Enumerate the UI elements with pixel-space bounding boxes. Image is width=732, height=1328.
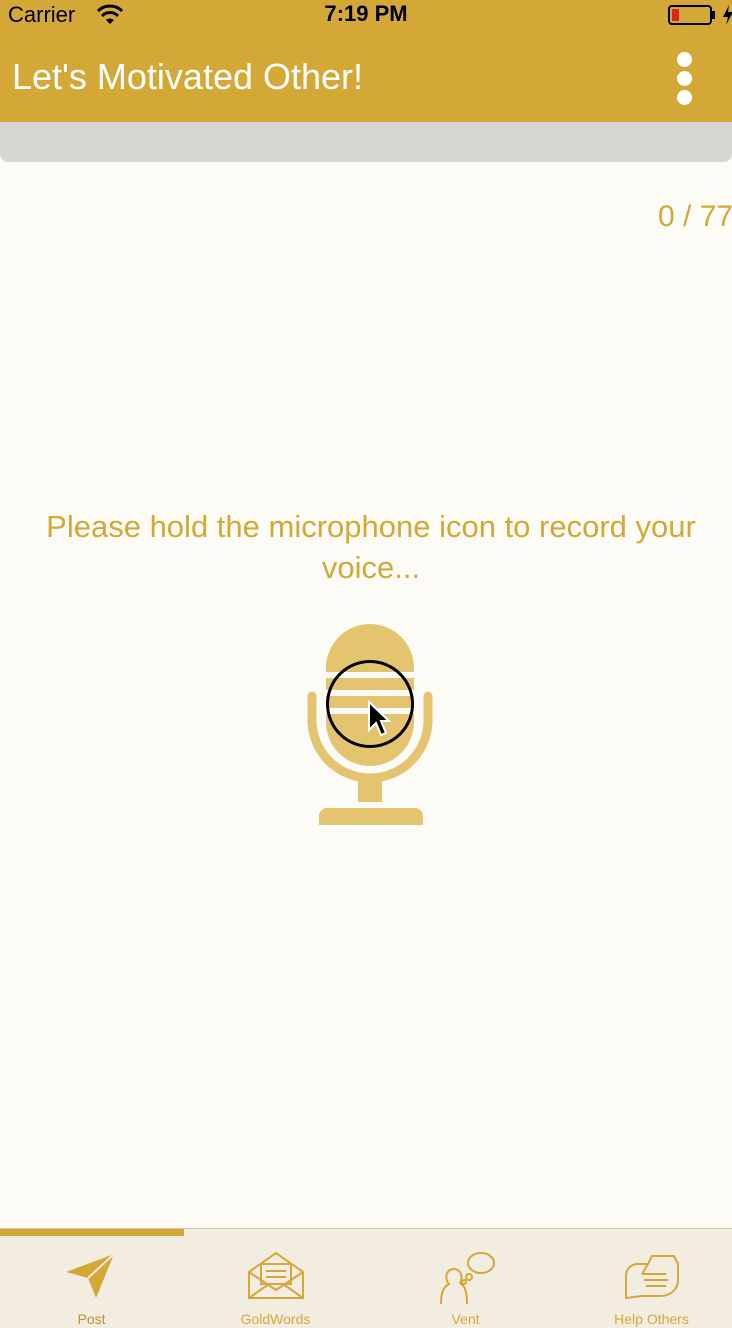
record-instruction: Please hold the microphone icon to recor… — [46, 509, 696, 585]
tab-post-label: Post — [77, 1311, 106, 1327]
tab-help-others-label: Help Others — [614, 1311, 689, 1327]
charging-bolt-icon — [723, 5, 732, 25]
page-title: Let's Motivated Other! — [12, 56, 364, 97]
speech-bubble-person-icon — [439, 1252, 495, 1305]
clock: 7:19 PM — [324, 1, 408, 26]
more-vertical-icon[interactable] — [664, 48, 706, 108]
microphone-icon[interactable] — [300, 620, 440, 830]
tab-vent-label: Vent — [451, 1311, 480, 1327]
handshake-icon — [624, 1255, 679, 1300]
battery-icon — [668, 5, 715, 25]
tab-help-others[interactable]: Help Others — [560, 1236, 732, 1328]
tab-goldwords-label: GoldWords — [240, 1311, 311, 1327]
tab-goldwords[interactable]: GoldWords — [184, 1236, 367, 1328]
nav-bar: Let's Motivated Other! — [0, 30, 732, 122]
active-tab-indicator — [0, 1229, 184, 1236]
divider-strip — [0, 122, 732, 162]
tab-vent[interactable]: Vent — [374, 1236, 557, 1328]
recording-counter: 0 / 77 — [658, 200, 732, 233]
paper-plane-icon — [65, 1253, 115, 1298]
tab-bar: Post GoldWords Vent Help Others — [0, 1228, 732, 1328]
envelope-icon — [247, 1251, 304, 1299]
tab-post[interactable]: Post — [0, 1236, 183, 1328]
status-bar: Carrier 7:19 PM — [0, 0, 732, 30]
